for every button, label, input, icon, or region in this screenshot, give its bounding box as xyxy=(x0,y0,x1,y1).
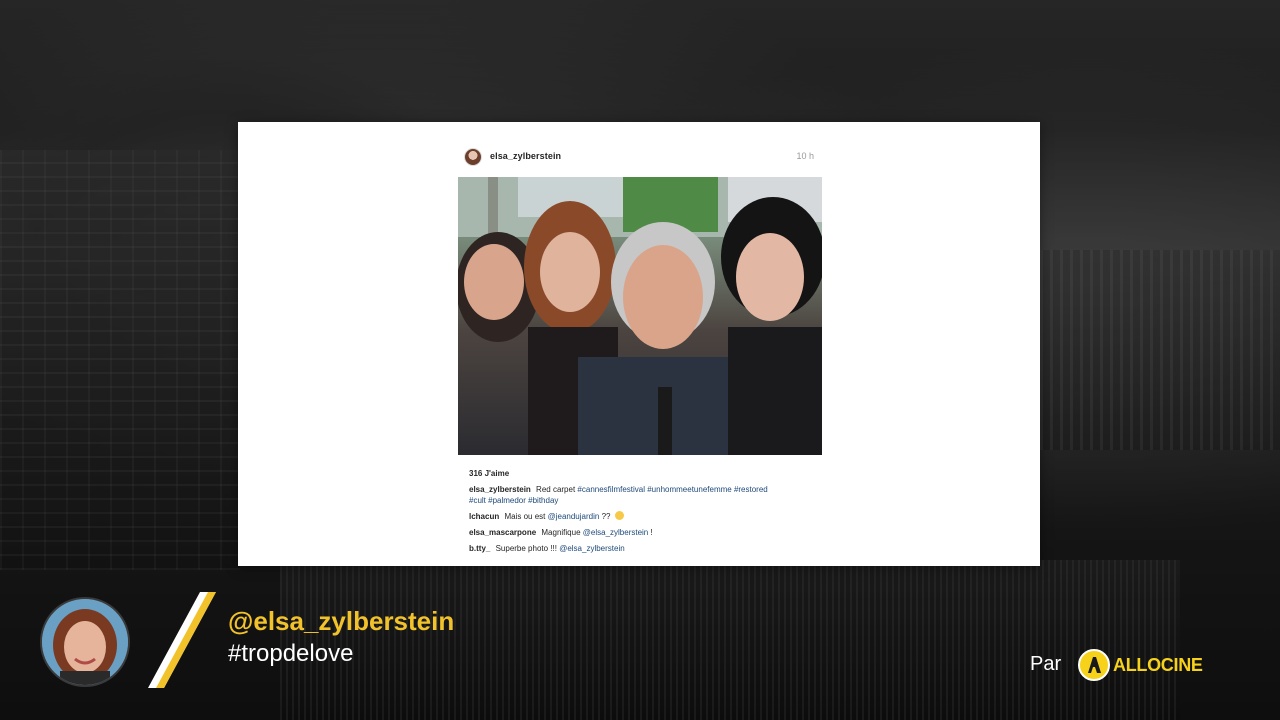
allocine-logo-icon xyxy=(1078,649,1110,681)
instagram-post-card: elsa_zylberstein 10 h 316 J'aime elsa_zy… xyxy=(238,122,1040,566)
comment-suffix: ! xyxy=(650,528,653,537)
post-header: elsa_zylberstein 10 h xyxy=(464,148,814,166)
allocine-brand: ALLOCINE xyxy=(1078,648,1203,682)
caption-tags-line1[interactable]: #cannesfilmfestival #unhommeetunefemme #… xyxy=(577,485,767,494)
background-harbor xyxy=(1020,250,1280,450)
comment: lchacun Mais ou est @jeandujardin ?? xyxy=(469,511,829,522)
caption-user[interactable]: elsa_zylberstein xyxy=(469,485,531,494)
smiling-face-icon xyxy=(614,511,624,520)
profile-avatar xyxy=(40,597,130,687)
comment-user[interactable]: elsa_mascarpone xyxy=(469,528,536,537)
caption-text: Red carpet xyxy=(536,485,576,494)
post-meta: 316 J'aime elsa_zylberstein Red carpet #… xyxy=(469,468,829,559)
video-frame: elsa_zylberstein 10 h 316 J'aime elsa_zy… xyxy=(0,0,1280,720)
hashtag: #tropdelove xyxy=(228,640,354,667)
instagram-handle: @elsa_zylberstein xyxy=(228,606,455,636)
by-label: Par xyxy=(1030,653,1062,675)
post-time: 10 h xyxy=(796,151,814,161)
background-roofs xyxy=(280,560,1180,720)
comment-mention[interactable]: @jeandujardin xyxy=(548,512,600,521)
comment-text: Magnifique xyxy=(541,528,581,537)
caption-tags-line2[interactable]: #cult #palmedor #bithday xyxy=(469,496,558,505)
comment-user[interactable]: b.tty_ xyxy=(469,544,490,553)
comment-mention[interactable]: @elsa_zylberstein xyxy=(583,528,648,537)
post-avatar[interactable] xyxy=(464,148,482,166)
comment-text: Mais ou est xyxy=(504,512,546,521)
comment-text: Superbe photo !!! xyxy=(495,544,557,553)
comment: elsa_mascarpone Magnifique @elsa_zylbers… xyxy=(469,527,829,538)
post-username[interactable]: elsa_zylberstein xyxy=(490,151,561,161)
comment-suffix: ?? xyxy=(601,512,611,521)
slash-divider-icon xyxy=(148,592,216,688)
post-photo[interactable] xyxy=(458,177,822,455)
brand-name: ALLOCINE xyxy=(1113,654,1203,675)
comment-user[interactable]: lchacun xyxy=(469,512,499,521)
comment: b.tty_ Superbe photo !!! @elsa_zylberste… xyxy=(469,543,829,554)
likes-count[interactable]: 316 J'aime xyxy=(469,468,829,479)
background-city xyxy=(0,150,240,570)
caption: elsa_zylberstein Red carpet #cannesfilmf… xyxy=(469,484,829,506)
comment-mention[interactable]: @elsa_zylberstein xyxy=(559,544,624,553)
